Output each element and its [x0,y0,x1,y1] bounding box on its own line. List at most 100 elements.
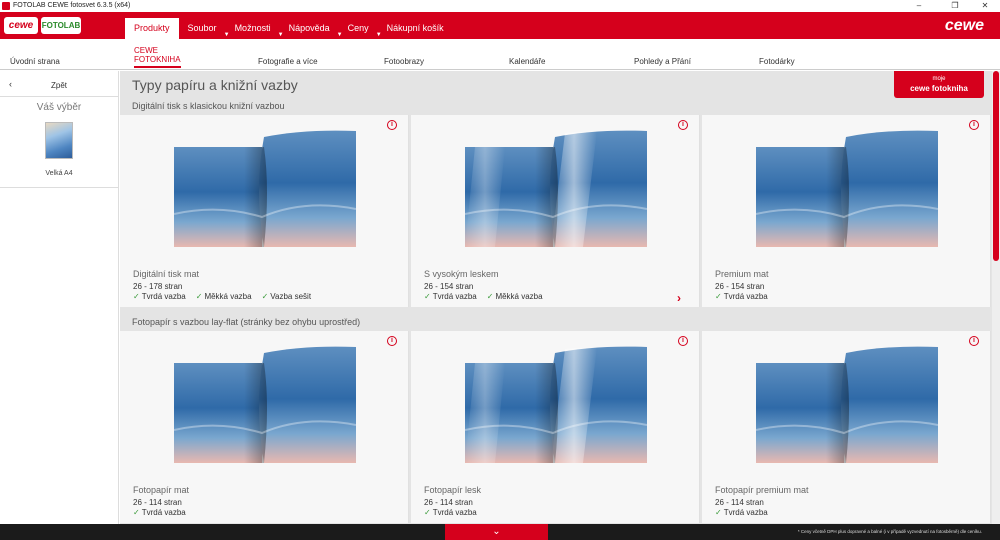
check-icon: ✓ [133,292,140,301]
menu-ceny[interactable]: Ceny ▼ [339,18,382,39]
photobook-image [174,346,356,463]
menu-napoveda[interactable]: Nápověda ▼ [280,18,343,39]
footer-bar: ⌄ * Ceny včetně DPH plus dopravné a baln… [0,524,1000,540]
vertical-scrollbar[interactable] [992,71,1000,524]
check-icon: ✓ [424,292,431,301]
cewe-logo: cewe [4,17,38,34]
paper-type-card[interactable]: i Premium mat 26 - 154 stran ✓ Tvrdá vazba [702,115,991,307]
binding-item: ✓ Měkká vazba [487,292,543,301]
page-range: 26 - 114 stran [715,498,764,507]
main-content: Typy papíru a knižní vazby moje cewe fot… [120,71,992,524]
product-label: Velká A4 [45,170,73,177]
binding-list: ✓ Tvrdá vazba [133,508,196,517]
paper-type-name: Digitální tisk mat [133,269,200,279]
menu-moznosti[interactable]: Možnosti ▼ [226,18,284,39]
page-range: 26 - 114 stran [133,498,182,507]
section-title: Digitální tisk s klasickou knižní vazbou [132,101,285,111]
info-icon[interactable]: i [387,336,397,346]
moje-fotokniha-label: cewe fotokniha [910,84,968,93]
paper-type-card[interactable]: i Fotopapír lesk 26 - 114 stran ✓ Tvrdá vazb… [411,331,700,523]
category-fotodarky[interactable]: Fotodárky [759,57,795,66]
paper-type-name: Premium mat [715,269,769,279]
menu-label: Nápověda [288,23,330,33]
cewe-brand-logo: cewe [944,17,984,34]
back-label: Zpět [50,81,67,90]
binding-label: Tvrdá vazba [432,508,477,517]
menu-soubor[interactable]: Soubor ▼ [179,18,230,39]
page-range: 26 - 154 stran [715,282,765,291]
moje-label: moje [932,76,946,82]
category-pohledy[interactable]: Pohledy a Přání [634,57,691,66]
scrollbar-thumb[interactable] [993,71,999,261]
info-icon[interactable]: i [678,336,688,346]
binding-list: ✓ Tvrdá vazba ✓ Měkká vazba [424,292,553,301]
binding-list: ✓ Tvrdá vazba [715,292,778,301]
binding-list: ✓ Tvrdá vazba [424,508,487,517]
paper-type-card[interactable]: iS vysokým leskem 26 - 154 stran ✓ Tvrdá va… [411,115,700,307]
fotolab-logo: FOTOLAB [41,17,81,34]
info-icon[interactable]: i [969,120,979,130]
minimize-button[interactable]: – [904,0,934,12]
paper-type-name: Fotopapír lesk [424,485,482,495]
menu-label: Soubor [187,23,217,33]
page-range: 26 - 114 stran [424,498,473,507]
binding-label: Tvrdá vazba [432,292,477,301]
category-kalendare[interactable]: Kalendáře [509,57,545,66]
paper-type-card[interactable]: i Fotopapír premium mat 26 - 114 stran ✓ Tvr… [702,331,991,523]
paper-type-name: Fotopapír premium mat [715,485,809,495]
info-icon[interactable]: i [969,336,979,346]
binding-item: ✓ Tvrdá vazba [133,292,186,301]
info-icon[interactable]: i [387,120,397,130]
main-menu: Produkty Soubor ▼ Možnosti ▼ Nápověda ▼ Cen… [125,18,453,39]
close-button[interactable]: ✕ [970,0,1000,12]
menu-produkty[interactable]: Produkty [125,18,179,39]
binding-item: ✓ Tvrdá vazba [424,292,477,301]
chevron-down-icon: ⌄ [492,526,501,537]
check-icon: ✓ [195,292,203,301]
page-range: 26 - 178 stran [133,282,183,291]
check-icon: ✓ [715,508,722,517]
category-fotografie[interactable]: Fotografie a více [258,57,318,66]
category-cewe-fotokniha[interactable]: CEWE FOTOKNIHA [134,46,181,68]
binding-label: Tvrdá vazba [141,508,186,517]
photobook-image [465,346,647,463]
window-title: FOTOLAB CEWE fotosvet 6.3.5 (x64) [13,2,131,9]
binding-list: ✓ Tvrdá vazba ✓ Měkká vazba ✓ Vazba sešit [133,292,321,301]
binding-label: Tvrdá vazba [141,292,186,301]
category-uvodni-strana[interactable]: Úvodní strana [10,57,60,66]
binding-label: Měkká vazba [204,292,252,301]
binding-label: Tvrdá vazba [723,292,768,301]
page-range: 26 - 154 stran [424,282,474,291]
chevron-right-icon[interactable]: › [677,291,681,305]
app-header: cewe FOTOLAB Produkty Soubor ▼ Možnosti ▼ … [0,12,1000,39]
info-icon[interactable]: i [678,120,688,130]
sidebar: ‹ Zpět Váš výběr Velká A4 [0,71,119,524]
back-button[interactable]: ‹ Zpět [0,71,118,97]
app-icon [2,2,10,10]
moje-fotokniha-button[interactable]: moje cewe fotokniha [894,71,984,98]
expand-footer-button[interactable]: ⌄ [445,524,548,540]
menu-label: Ceny [347,23,369,33]
maximize-button[interactable]: ❐ [940,0,970,12]
binding-label: Měkká vazba [495,292,543,301]
product-thumbnail[interactable] [45,122,73,159]
menu-label: Možnosti [234,23,271,33]
price-note: * Ceny včetně DPH plus dopravné a balné … [797,529,982,534]
category-nav: Úvodní strana CEWE FOTOKNIHA Fotografie … [0,39,1000,70]
selection-title: Váš výběr [36,102,82,113]
check-icon: ✓ [486,292,494,301]
page-title: Typy papíru a knižní vazby [132,77,298,93]
section-title: Fotopapír s vazbou lay-flat (stránky bez… [132,317,361,327]
photobook-image [756,346,938,463]
binding-label: Tvrdá vazba [723,508,768,517]
check-icon: ✓ [715,292,722,301]
menu-nakupni-kosik[interactable]: Nákupní košík [378,18,453,39]
paper-type-name: Fotopapír mat [133,485,190,495]
binding-item: ✓ Tvrdá vazba [715,508,768,517]
paper-type-card[interactable]: i Fotopapír mat 26 - 114 stran ✓ Tvrdá vazba [120,331,409,523]
paper-type-name: S vysokým leskem [424,269,499,279]
binding-label: Vazba sešit [270,292,312,301]
paper-type-card[interactable]: i Digitální tisk mat 26 - 178 stran ✓ Tvrdá … [120,115,409,307]
check-icon: ✓ [424,508,431,517]
category-fotoobrazy[interactable]: Fotoobrazy [384,57,424,66]
